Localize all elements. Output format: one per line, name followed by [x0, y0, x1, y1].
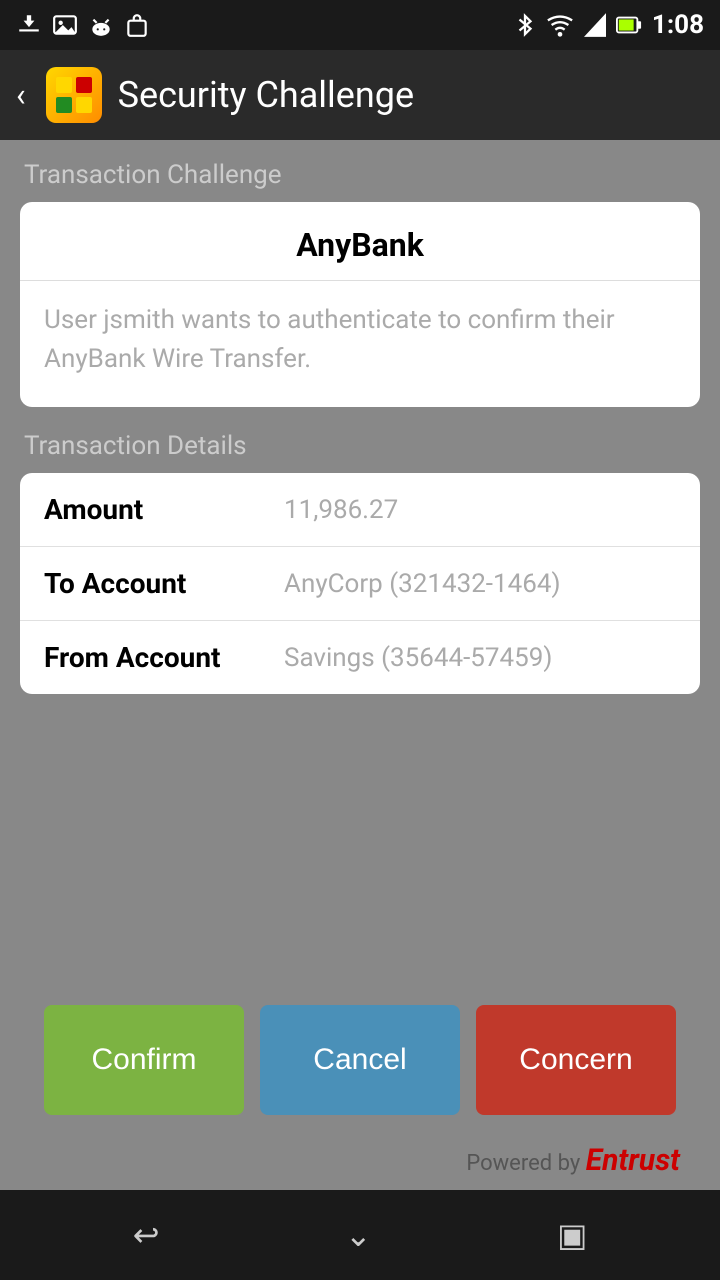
app-title: Security Challenge [118, 74, 414, 116]
bluetooth-icon [514, 12, 536, 38]
app-bar: ‹ Security Challenge [0, 50, 720, 140]
powered-by-text: Powered by [466, 1151, 580, 1176]
details-card: Amount 11,986.27 To Account AnyCorp (321… [20, 473, 700, 694]
back-button[interactable]: ‹ [16, 76, 26, 114]
amount-row: Amount 11,986.27 [20, 473, 700, 547]
from-account-label: From Account [44, 641, 284, 674]
from-account-value: Savings (35644-57459) [284, 643, 676, 673]
image-icon [52, 12, 78, 38]
concern-button[interactable]: Concern [476, 1005, 676, 1115]
amount-value: 11,986.27 [284, 495, 676, 525]
challenge-card: AnyBank User jsmith wants to authenticat… [20, 202, 700, 407]
app-icon [46, 67, 102, 123]
download-icon [16, 12, 42, 38]
bottom-area: Confirm Cancel Concern Powered by Entrus… [0, 718, 720, 1190]
amount-label: Amount [44, 493, 284, 526]
challenge-message: User jsmith wants to authenticate to con… [20, 281, 700, 407]
status-icons-left [16, 12, 150, 38]
signal-icon [584, 12, 606, 38]
bank-name: AnyBank [20, 202, 700, 281]
transaction-challenge-label: Transaction Challenge [24, 160, 700, 190]
battery-icon [616, 14, 642, 36]
recents-nav-icon[interactable]: ▣ [557, 1216, 587, 1254]
confirm-button[interactable]: Confirm [44, 1005, 244, 1115]
to-account-value: AnyCorp (321432-1464) [284, 569, 676, 599]
cancel-button[interactable]: Cancel [260, 1005, 460, 1115]
entrust-brand: Entrust [586, 1143, 680, 1178]
time-display: 1:08 [652, 10, 704, 40]
transaction-details-label: Transaction Details [24, 431, 700, 461]
wifi-icon [546, 12, 574, 38]
main-content: Transaction Challenge AnyBank User jsmit… [0, 140, 720, 718]
action-buttons: Confirm Cancel Concern [20, 1005, 700, 1115]
android-icon [88, 12, 114, 38]
powered-by-footer: Powered by Entrust [20, 1135, 700, 1190]
back-nav-icon[interactable]: ↩ [133, 1216, 160, 1254]
from-account-row: From Account Savings (35644-57459) [20, 621, 700, 694]
status-bar: 1:08 [0, 0, 720, 50]
status-icons-right: 1:08 [514, 10, 704, 40]
to-account-label: To Account [44, 567, 284, 600]
to-account-row: To Account AnyCorp (321432-1464) [20, 547, 700, 621]
bag-icon [124, 12, 150, 38]
nav-bar: ↩ ⌄ ▣ [0, 1190, 720, 1280]
home-nav-icon[interactable]: ⌄ [345, 1216, 372, 1254]
